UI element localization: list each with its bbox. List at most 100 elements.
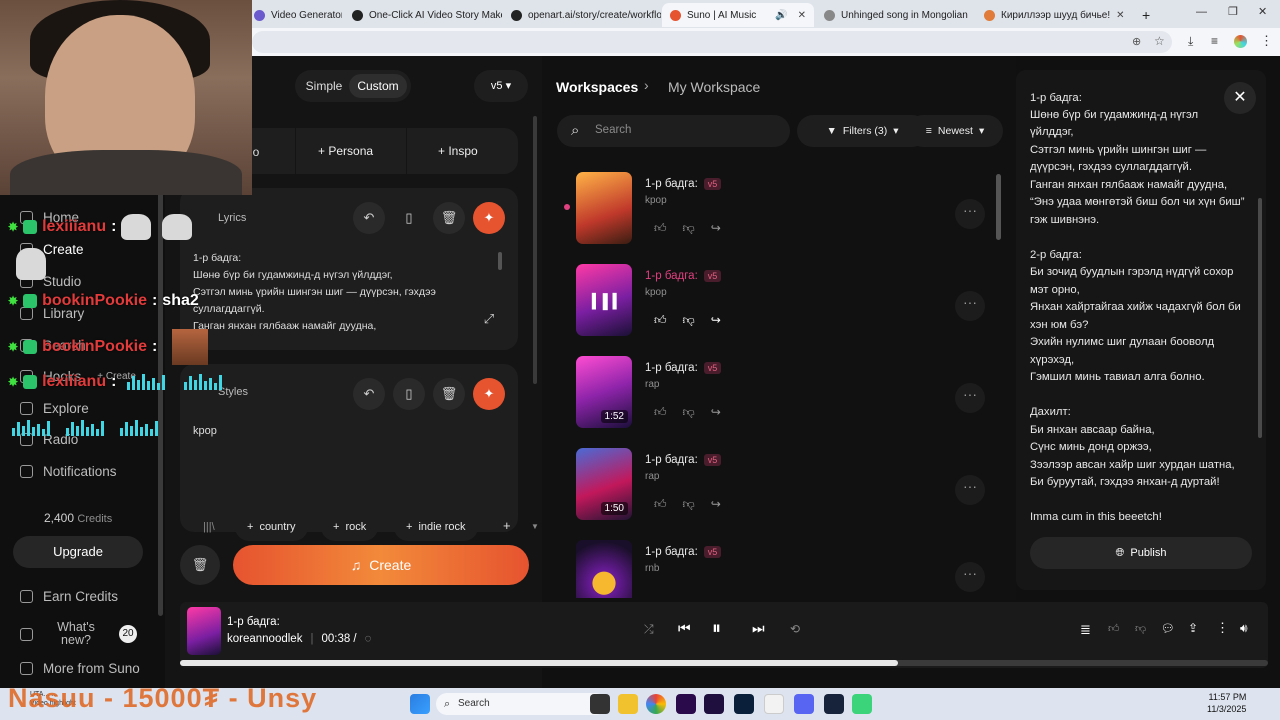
song-row[interactable]: 1-р бадга: v5 kpop 👍︎ 👎︎ ↪ ··· xyxy=(564,172,1006,248)
photoshop-icon[interactable] xyxy=(734,694,754,714)
delete-icon[interactable]: 🗑 xyxy=(433,202,465,234)
song-title[interactable]: 1-р бадга: v5 xyxy=(645,362,722,374)
comment-icon[interactable]: 💬︎ xyxy=(1161,622,1175,635)
new-tab-button[interactable]: + xyxy=(1134,3,1156,27)
close-tab-icon[interactable]: ✕ xyxy=(798,10,806,21)
close-window-icon[interactable]: ✕ xyxy=(1258,5,1267,18)
mode-custom-button[interactable]: Custom xyxy=(349,74,407,98)
chrome-icon[interactable] xyxy=(646,694,666,714)
delete-icon[interactable]: 🗑 xyxy=(433,378,465,410)
queue-icon[interactable]: ≣ xyxy=(1080,622,1091,638)
create-panel-scrollbar[interactable] xyxy=(533,116,537,384)
create-button[interactable]: ♫ Create xyxy=(233,545,529,585)
speaker-icon[interactable]: 🔊 xyxy=(775,10,787,21)
shuffle-icon[interactable]: ⤮ xyxy=(644,622,654,637)
taskbar-search[interactable]: ⌕ Search xyxy=(436,693,606,715)
itunes-icon[interactable] xyxy=(764,694,784,714)
song-row[interactable]: ▍▌▍ 1-р бадга: v5 kpop 👍︎ 👎︎ ↪ ··· xyxy=(576,264,1006,340)
more-options-icon[interactable]: ⋮ xyxy=(1216,620,1229,636)
song-title[interactable]: 1-р бадга: v5 xyxy=(645,454,722,466)
song-cover-image[interactable] xyxy=(576,540,632,598)
thumbs-down-icon[interactable]: 👎︎ xyxy=(683,313,695,328)
thumbs-up-icon[interactable]: 👍︎ xyxy=(654,313,667,328)
share-icon[interactable]: ↪ xyxy=(711,497,721,512)
lyrics-textarea[interactable]: 1-р бадга: Шөнө бүр би гудамжинд-д нүгэл… xyxy=(193,250,493,335)
thumbs-down-icon[interactable]: 👎︎ xyxy=(1135,622,1146,635)
magic-wand-icon[interactable]: ✦ xyxy=(473,202,505,234)
steam-icon[interactable] xyxy=(824,694,844,714)
whats-new-link[interactable]: What's new? 20 xyxy=(20,621,137,647)
pause-icon[interactable]: ⏸ xyxy=(712,618,721,639)
app-icon[interactable] xyxy=(852,694,872,714)
expand-icon[interactable]: ⤢ xyxy=(473,303,505,335)
detail-scrollbar[interactable] xyxy=(1258,198,1262,438)
tab-video-generator[interactable]: Video Generator - ✕ xyxy=(246,3,342,27)
song-title[interactable]: 1-р бадга: v5 xyxy=(645,546,722,558)
tab-inspo[interactable]: + Inspo xyxy=(438,144,478,158)
publish-button[interactable]: 🌐︎ Publish xyxy=(1030,537,1252,569)
close-tab-icon[interactable]: ✕ xyxy=(1116,10,1124,21)
premiere-icon[interactable] xyxy=(676,694,696,714)
bookmark-icon[interactable]: ▯ xyxy=(393,202,425,234)
repeat-icon[interactable]: ⟲ xyxy=(790,622,800,636)
song-cover-image[interactable]: 1:50 xyxy=(576,448,632,520)
bookmark-icon[interactable]: ▯ xyxy=(393,378,425,410)
clear-button[interactable]: 🗑 xyxy=(180,545,220,585)
share-icon[interactable]: ↪ xyxy=(711,221,721,236)
tab-openart[interactable]: openart.ai/story/create/workflo ✕ xyxy=(503,3,661,27)
thumbs-up-icon[interactable]: 👍︎ xyxy=(654,221,667,236)
earn-credits-link[interactable]: Earn Credits xyxy=(20,589,118,604)
sidebar-item-explore[interactable]: Explore xyxy=(20,401,89,416)
more-options-icon[interactable]: ··· xyxy=(955,475,985,505)
file-explorer-icon[interactable] xyxy=(618,694,638,714)
thumbs-up-icon[interactable]: 👍︎ xyxy=(1108,622,1120,635)
search-input[interactable]: ⌕ Search xyxy=(557,115,790,147)
now-playing-artist[interactable]: koreannoodlek xyxy=(227,633,302,645)
share-icon[interactable]: ↪ xyxy=(711,313,721,328)
task-view-icon[interactable] xyxy=(590,694,610,714)
style-tag-indie-rock[interactable]: + indie rock xyxy=(394,513,478,541)
now-playing-cover[interactable] xyxy=(187,607,221,655)
thumbs-up-icon[interactable]: 👍︎ xyxy=(654,405,667,420)
more-options-icon[interactable]: ··· xyxy=(955,383,985,413)
windows-start-icon[interactable] xyxy=(410,694,430,714)
magic-wand-icon[interactable]: ✦ xyxy=(473,378,505,410)
breadcrumb-my-workspace[interactable]: My Workspace xyxy=(668,79,760,95)
now-playing-title[interactable]: 1-р бадга: xyxy=(227,616,280,628)
breadcrumb-workspaces[interactable]: Workspaces xyxy=(556,79,638,95)
more-options-icon[interactable]: ··· xyxy=(955,291,985,321)
tab-cyrillic[interactable]: Кириллээр шууд бичье! ✕ xyxy=(976,3,1130,27)
version-select[interactable]: v5 ▾ xyxy=(474,70,528,102)
thumbs-up-icon[interactable]: 👍︎ xyxy=(654,497,667,512)
more-from-suno-link[interactable]: More from Suno xyxy=(20,661,140,676)
song-row[interactable]: 1-р бадга: v5 rnb ··· xyxy=(576,540,1006,598)
upgrade-button[interactable]: Upgrade xyxy=(13,536,143,568)
maximize-icon[interactable]: ❐ xyxy=(1228,5,1238,18)
more-options-icon[interactable]: ··· xyxy=(955,562,985,592)
undo-icon[interactable]: ↶ xyxy=(353,378,385,410)
share-icon[interactable]: ⇪ xyxy=(1188,621,1198,635)
song-row[interactable]: 1:50 1-р бадга: v5 rap 👍︎ 👎︎ ↪ ··· xyxy=(576,448,1006,524)
song-cover-image[interactable]: 1:52 xyxy=(576,356,632,428)
tab-unhinged-song[interactable]: Unhinged song in Mongolian ✕ xyxy=(816,3,974,27)
menu-icon[interactable]: ⋮ xyxy=(1260,33,1273,49)
playlist-icon[interactable]: ≡ xyxy=(1211,34,1218,48)
song-cover-image[interactable] xyxy=(576,172,632,244)
song-title[interactable]: 1-р бадга: v5 xyxy=(645,270,722,282)
more-tags-icon[interactable]: + xyxy=(503,518,511,533)
scroll-down-icon[interactable]: ▼ xyxy=(531,522,539,531)
address-bar[interactable] xyxy=(252,31,1172,53)
undo-icon[interactable]: ↶ xyxy=(353,202,385,234)
volume-icon[interactable]: 🔊︎ xyxy=(1240,621,1248,636)
song-title[interactable]: 1-р бадга: v5 xyxy=(645,178,722,190)
mode-simple-button[interactable]: Simple xyxy=(301,74,347,98)
share-icon[interactable]: ↪ xyxy=(711,405,721,420)
sidebar-item-notifications[interactable]: Notifications xyxy=(20,464,117,479)
tab-suno[interactable]: Suno | AI Music 🔊 ✕ xyxy=(662,3,814,27)
download-icon[interactable]: ⤓ xyxy=(1188,34,1193,49)
sort-select[interactable]: ≡ Newest ▾ xyxy=(907,115,1003,147)
thumbs-down-icon[interactable]: 👎︎ xyxy=(683,221,695,236)
extension-icon[interactable] xyxy=(1234,35,1247,48)
system-clock[interactable]: 11:57 PM 11/3/2025 xyxy=(1207,691,1246,715)
zoom-icon[interactable]: ⊕ xyxy=(1132,35,1141,48)
